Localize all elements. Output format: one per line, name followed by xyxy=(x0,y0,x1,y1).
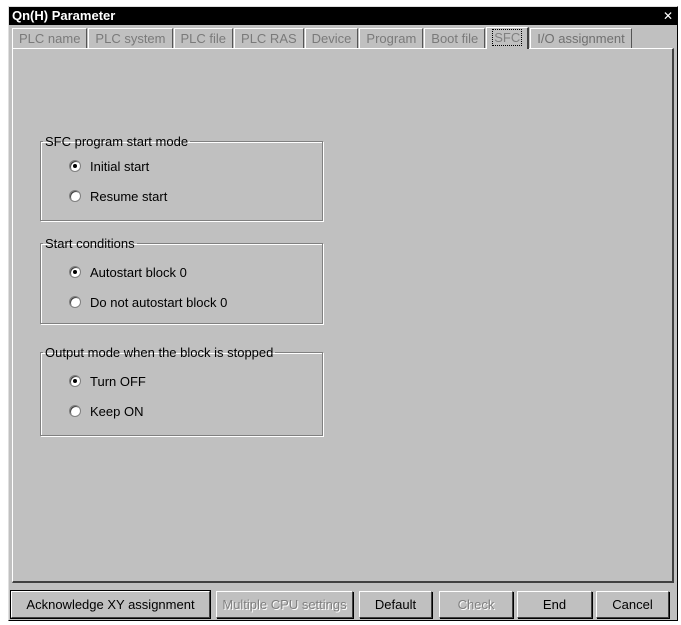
tab-plc-ras[interactable]: PLC RAS xyxy=(234,28,304,49)
resume-start-label: Resume start xyxy=(90,188,168,204)
start-conditions-group: Start conditions Autostart block 0 Do no… xyxy=(40,236,323,324)
start-conditions-title: Start conditions xyxy=(45,236,135,251)
tab-plc-name[interactable]: PLC name xyxy=(12,28,88,49)
resume-start-option[interactable]: Resume start xyxy=(69,187,167,205)
turn-off-label: Turn OFF xyxy=(90,373,146,389)
initial-start-label: Initial start xyxy=(90,158,150,174)
window-title: Qn(H) Parameter xyxy=(12,8,116,23)
initial-start-option[interactable]: Initial start xyxy=(69,157,149,175)
cancel-button[interactable]: Cancel xyxy=(596,591,669,618)
output-mode-group: Output mode when the block is stopped Tu… xyxy=(40,345,323,436)
keep-on-option[interactable]: Keep ON xyxy=(69,402,143,420)
close-icon[interactable]: ✕ xyxy=(661,9,675,23)
tab-boot-file[interactable]: Boot file xyxy=(424,28,486,49)
no-autostart-block-option[interactable]: Do not autostart block 0 xyxy=(69,293,227,311)
tab-io-assignment[interactable]: I/O assignment xyxy=(530,28,632,49)
sfc-start-mode-title: SFC program start mode xyxy=(45,134,189,149)
tab-plc-file[interactable]: PLC file xyxy=(173,28,234,49)
parameter-dialog: Qn(H) Parameter ✕ PLC name PLC system PL… xyxy=(8,6,678,621)
tab-device[interactable]: Device xyxy=(304,28,359,49)
sfc-tab-panel: SFC program start mode Initial start Res… xyxy=(12,48,674,583)
turn-off-option[interactable]: Turn OFF xyxy=(69,372,146,390)
autostart-block-label: Autostart block 0 xyxy=(90,264,187,280)
keep-on-label: Keep ON xyxy=(90,403,144,419)
default-button[interactable]: Default xyxy=(359,591,432,618)
resume-start-radio[interactable] xyxy=(69,190,81,202)
tab-strip: PLC name PLC system PLC file PLC RAS Dev… xyxy=(12,27,673,49)
autostart-block-option[interactable]: Autostart block 0 xyxy=(69,263,187,281)
tab-program[interactable]: Program xyxy=(359,28,424,49)
keep-on-radio[interactable] xyxy=(69,405,81,417)
turn-off-radio[interactable] xyxy=(69,375,81,387)
no-autostart-block-label: Do not autostart block 0 xyxy=(90,294,228,310)
autostart-block-radio[interactable] xyxy=(69,266,81,278)
no-autostart-block-radio[interactable] xyxy=(69,296,81,308)
title-bar: Qn(H) Parameter ✕ xyxy=(9,7,677,25)
output-mode-title: Output mode when the block is stopped xyxy=(45,345,274,360)
acknowledge-xy-assignment-button[interactable]: Acknowledge XY assignment xyxy=(10,590,211,619)
tab-plc-system[interactable]: PLC system xyxy=(88,28,173,49)
check-button[interactable]: Check xyxy=(439,591,513,618)
multiple-cpu-settings-button[interactable]: Multiple CPU settings xyxy=(216,591,353,618)
end-button[interactable]: End xyxy=(517,591,592,618)
tab-sfc[interactable]: SFC xyxy=(486,27,530,49)
initial-start-radio[interactable] xyxy=(69,160,81,172)
sfc-start-mode-group: SFC program start mode Initial start Res… xyxy=(40,134,323,221)
